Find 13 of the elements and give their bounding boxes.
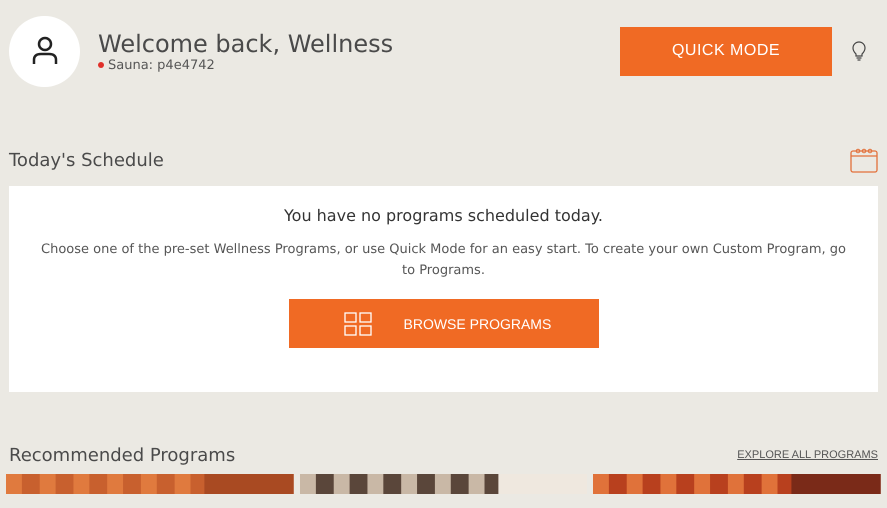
sauna-label: Sauna: p4e4742	[108, 58, 215, 72]
browse-programs-button[interactable]: BROWSE PROGRAMS	[288, 299, 598, 348]
section-title: Today's Schedule	[9, 150, 164, 170]
empty-description: Choose one of the pre-set Wellness Programs, or use Quick Mode for an easy start. To create your own Custom Program, go to Programs.	[40, 241, 847, 280]
person-icon	[30, 36, 58, 66]
lightbulb-icon[interactable]	[852, 41, 866, 61]
empty-message: You have no programs scheduled today.	[284, 206, 603, 225]
welcome-title: Welcome back, Wellness	[98, 30, 394, 58]
calendar-icon[interactable]	[850, 147, 878, 173]
quick-mode-button[interactable]: QUICK MODE	[620, 26, 832, 76]
grid-icon	[344, 312, 372, 336]
section-title: Recommended Programs	[9, 444, 236, 466]
explore-link[interactable]: EXPLORE ALL PROGRAMS	[737, 449, 878, 461]
